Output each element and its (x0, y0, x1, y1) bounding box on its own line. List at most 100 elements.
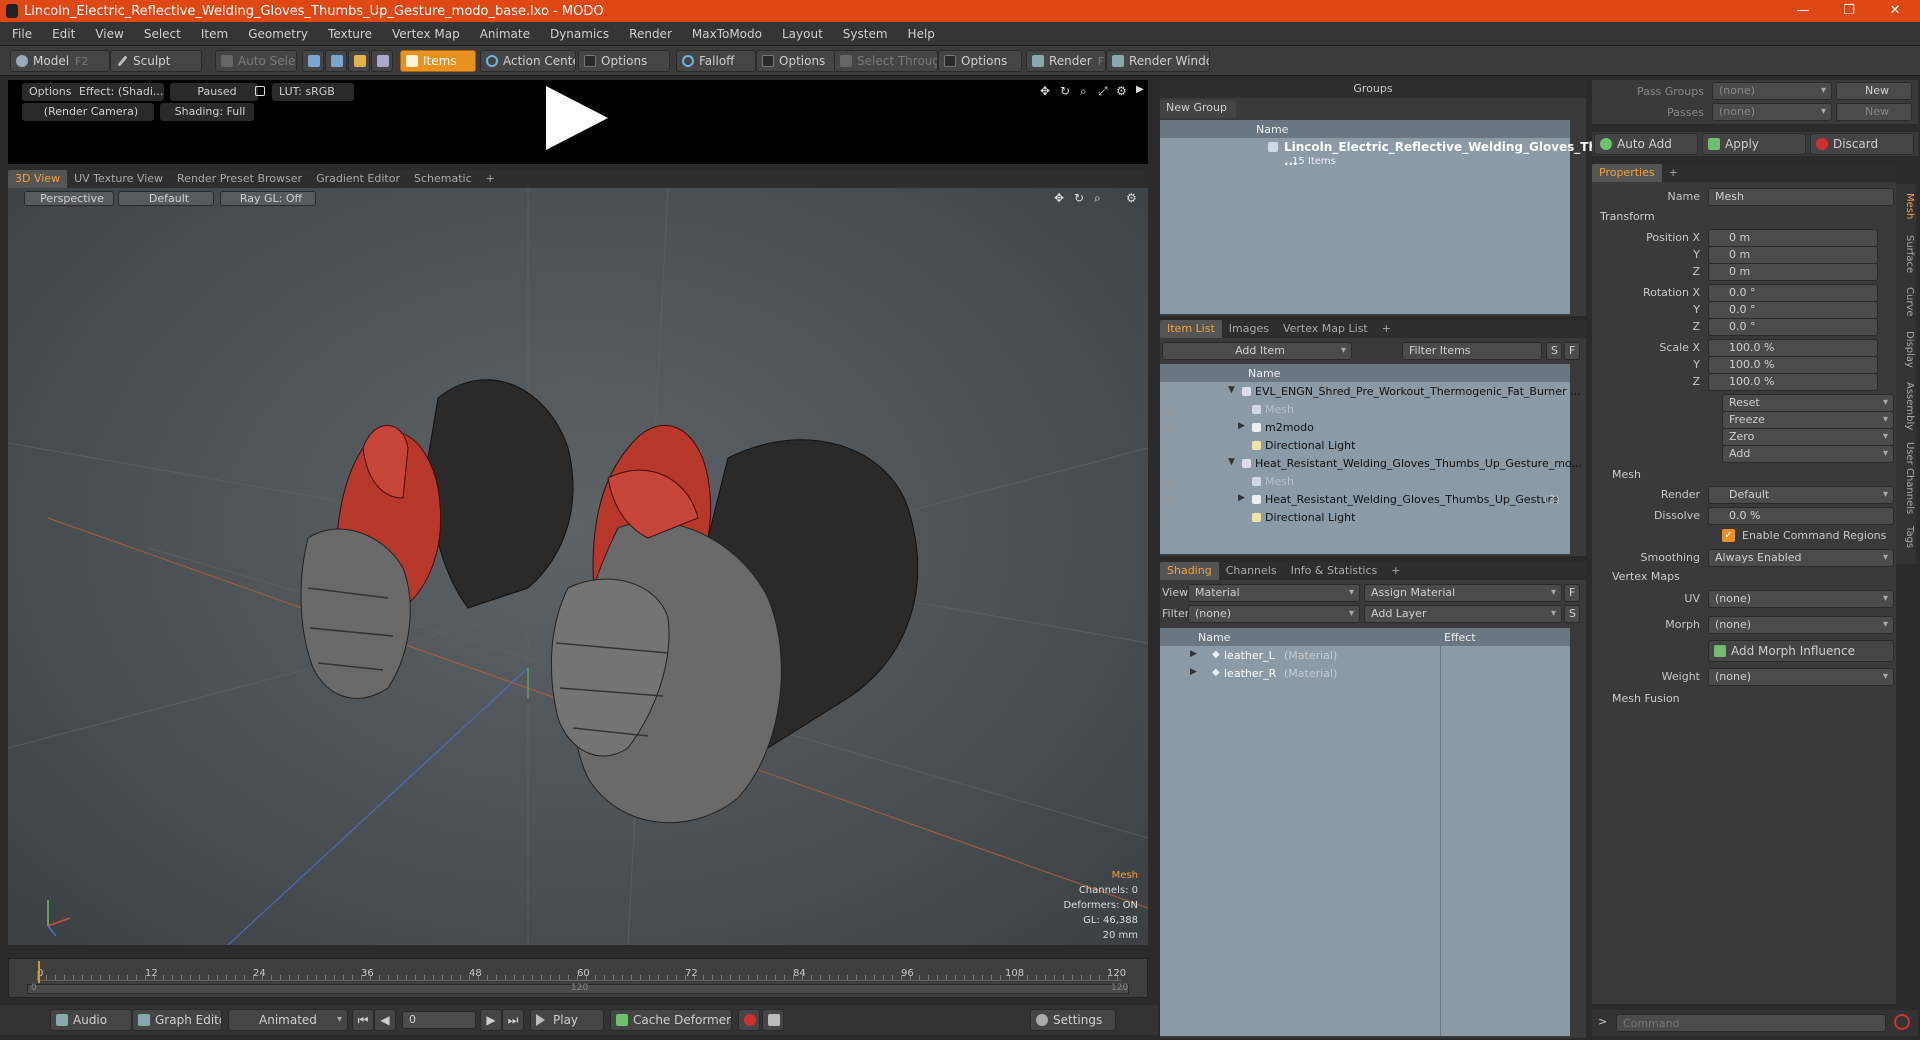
rotate-icon[interactable]: ↻ (1060, 84, 1070, 98)
raygl-dropdown[interactable]: Ray GL: Off (220, 191, 316, 206)
smoothing-dropdown[interactable]: Always Enabled (1708, 549, 1894, 567)
expand-arrow-icon[interactable]: ▶ (1190, 649, 1197, 659)
go-start-button[interactable]: ⏮ (352, 1009, 374, 1031)
add-tab-button[interactable]: + (479, 170, 502, 188)
shading-f-button[interactable]: F (1564, 584, 1580, 602)
animated-dropdown[interactable]: Animated (228, 1009, 348, 1031)
tab-images[interactable]: Images (1222, 320, 1276, 338)
add-layer-dropdown[interactable]: Add Layer (1364, 605, 1562, 623)
visibility-eye-icon[interactable] (1166, 444, 1176, 450)
rotation-z-input[interactable]: 0.0 ° (1708, 318, 1878, 336)
menu-item[interactable]: Item (189, 27, 236, 41)
morph-dropdown[interactable]: (none) (1708, 616, 1894, 634)
default-style-dropdown[interactable]: Default (118, 191, 214, 206)
add-shading-tab-button[interactable]: + (1384, 562, 1407, 580)
tab-gradient-editor[interactable]: Gradient Editor (309, 170, 407, 188)
select-through-button[interactable]: Select Through (834, 50, 938, 72)
new-pass-group-button[interactable]: New (1836, 82, 1912, 100)
menu-file[interactable]: File (0, 27, 40, 41)
menu-geometry[interactable]: Geometry (236, 27, 316, 41)
visibility-eye-icon[interactable] (1166, 516, 1176, 522)
reset-dropdown[interactable]: Reset (1722, 394, 1894, 412)
menu-animate[interactable]: Animate (468, 27, 538, 41)
visibility-eye-icon[interactable] (1166, 390, 1176, 396)
settings-button[interactable]: Settings (1030, 1009, 1116, 1031)
tab-info-statistics[interactable]: Info & Statistics (1284, 562, 1385, 580)
preview-effect-dropdown[interactable]: Effect: (Shadi... (72, 83, 164, 101)
filter-f-button[interactable]: F (1564, 342, 1580, 360)
assign-material-dropdown[interactable]: Assign Material (1364, 584, 1562, 602)
uv-dropdown[interactable]: (none) (1708, 590, 1894, 608)
3d-viewport[interactable]: Perspective Default Ray GL: Off ✥ ↻ ⌕ ⚙ … (8, 188, 1148, 945)
zoom-icon[interactable]: ⌕ (1080, 84, 1087, 99)
rotate-view-icon[interactable]: ↻ (1074, 191, 1084, 205)
key-button[interactable] (762, 1009, 784, 1031)
item-list-row[interactable]: Mesh (1160, 474, 1570, 492)
close-button[interactable]: ✕ (1872, 0, 1918, 22)
sculpt-button[interactable]: Sculpt (110, 50, 202, 72)
tab-properties[interactable]: Properties (1592, 164, 1662, 182)
menu-select[interactable]: Select (132, 27, 189, 41)
go-end-button[interactable]: ⏭ (502, 1009, 524, 1031)
action-center-options-button[interactable]: Options (578, 50, 670, 72)
arrow-right-icon[interactable]: ▶ (1136, 84, 1144, 95)
visibility-eye-icon[interactable] (1166, 498, 1176, 504)
render-dropdown[interactable]: Default (1708, 486, 1894, 504)
preview-paused-button[interactable]: Paused (170, 83, 258, 101)
weight-dropdown[interactable]: (none) (1708, 668, 1894, 686)
frame-input[interactable]: 0 (402, 1011, 476, 1029)
lock-icon[interactable] (255, 86, 265, 96)
render-button[interactable]: RenderF9 (1026, 50, 1106, 72)
expand-arrow-icon[interactable]: ▶ (1190, 667, 1197, 677)
cache-deformers-button[interactable]: Cache Deformers (610, 1009, 732, 1031)
side-tab-user-channels[interactable]: User Channels (1897, 440, 1915, 516)
filter-s-button[interactable]: S (1546, 342, 1562, 360)
position-x-input[interactable]: 0 m (1708, 229, 1878, 247)
menu-texture[interactable]: Texture (316, 27, 380, 41)
add-morph-influence-button[interactable]: Add Morph Influence (1708, 640, 1894, 662)
view-settings-icon[interactable]: ⚙ (1126, 191, 1137, 205)
item-list-row[interactable]: ▶ Heat_Resistant_Welding_Gloves_Thumbs_Up… (1160, 492, 1570, 510)
zero-dropdown[interactable]: Zero (1722, 428, 1894, 446)
tab-shading[interactable]: Shading (1160, 562, 1219, 580)
expand-arrow-down-icon[interactable]: ▼ (1228, 457, 1235, 467)
view-dropdown[interactable]: Material (1188, 584, 1360, 602)
name-input[interactable]: Mesh (1708, 188, 1894, 206)
menu-help[interactable]: Help (896, 27, 943, 41)
audio-button[interactable]: Audio (50, 1009, 132, 1031)
vertices-mode-button[interactable] (302, 50, 324, 72)
pass-groups-dropdown[interactable]: (none) (1712, 82, 1832, 100)
perspective-dropdown[interactable]: Perspective (24, 191, 114, 206)
menu-render[interactable]: Render (617, 27, 680, 41)
maximize-button[interactable]: ❐ (1826, 0, 1872, 22)
add-dropdown[interactable]: Add (1722, 445, 1894, 463)
transform-section[interactable]: Transform (1600, 210, 1655, 223)
position-z-input[interactable]: 0 m (1708, 263, 1878, 281)
auto-add-button[interactable]: Auto Add (1594, 133, 1698, 155)
rotation-y-input[interactable]: 0.0 ° (1708, 301, 1878, 319)
new-group-button[interactable]: New Group (1160, 100, 1236, 118)
maximize-icon[interactable]: ⤢ (1098, 84, 1108, 99)
visibility-eye-icon[interactable] (1166, 462, 1176, 468)
apply-button[interactable]: Apply (1702, 133, 1806, 155)
item-list-row[interactable]: ▼ EVL_ENGN_Shred_Pre_Workout_Thermogenic_… (1160, 384, 1581, 402)
playhead[interactable] (38, 961, 40, 983)
auto-select-button[interactable]: Auto Select (215, 50, 297, 72)
scale-y-input[interactable]: 100.0 % (1708, 356, 1878, 374)
polygons-mode-button[interactable] (348, 50, 370, 72)
item-list-row[interactable]: ▶ m2modo (1160, 420, 1570, 438)
freeze-dropdown[interactable]: Freeze (1722, 411, 1894, 429)
move-view-icon[interactable]: ✥ (1054, 191, 1064, 205)
item-list-row[interactable]: Directional Light (1160, 510, 1570, 528)
preview-camera-dropdown[interactable]: (Render Camera) (22, 103, 154, 121)
menu-dynamics[interactable]: Dynamics (538, 27, 617, 41)
expand-arrow-down-icon[interactable]: ▼ (1228, 385, 1235, 395)
mesh-fusion-section[interactable]: Mesh Fusion (1612, 692, 1680, 705)
render-window-button[interactable]: Render Window (1106, 50, 1210, 72)
select-options-button[interactable]: Options (938, 50, 1022, 72)
falloff-options-button[interactable]: Options (756, 50, 836, 72)
gear-icon[interactable]: ⚙ (1116, 84, 1127, 98)
enable-command-regions-checkbox[interactable]: ✓ (1722, 529, 1735, 542)
menu-layout[interactable]: Layout (770, 27, 831, 41)
minimize-button[interactable]: — (1780, 0, 1826, 22)
